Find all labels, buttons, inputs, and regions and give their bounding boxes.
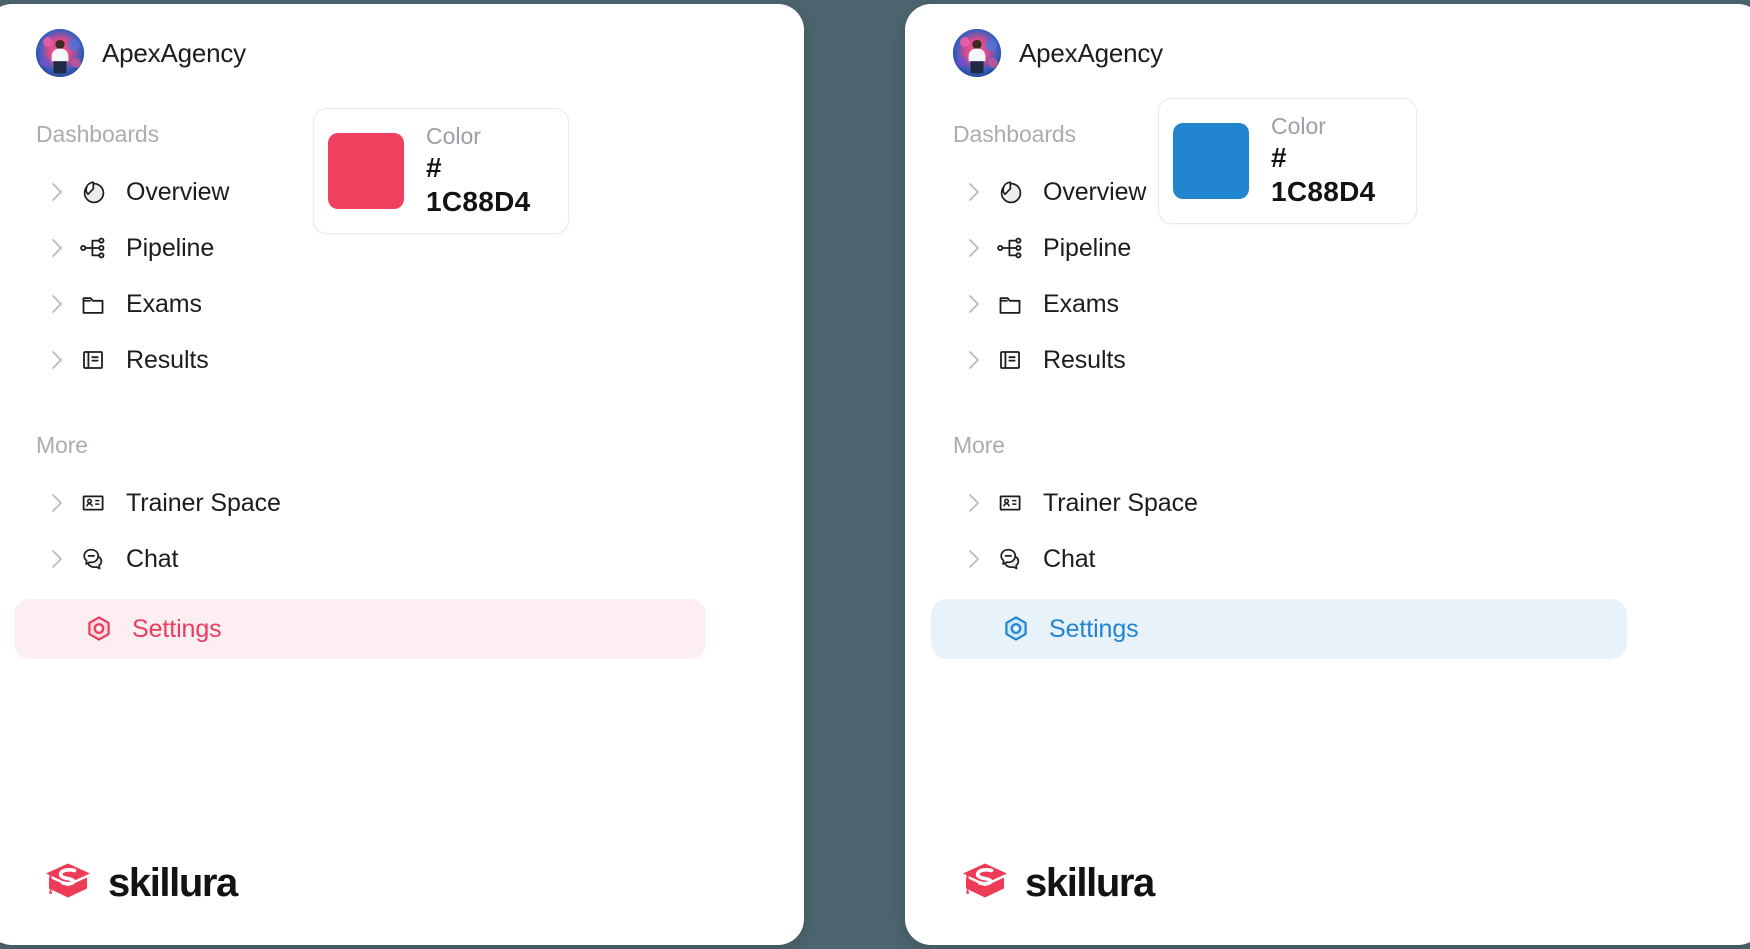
sidebar-item-pipeline[interactable]: Pipeline bbox=[953, 220, 1742, 276]
sidebar-panel-right: ApexAgency Dashboards Overview Pipeline … bbox=[905, 4, 1750, 945]
chevron-right-icon bbox=[959, 238, 989, 258]
color-card-label: Color bbox=[1271, 113, 1326, 139]
chevron-right-icon bbox=[959, 350, 989, 370]
skillura-wordmark: skillura bbox=[108, 860, 238, 905]
folder-icon bbox=[989, 289, 1031, 319]
sidebar-item-label: Pipeline bbox=[1043, 233, 1132, 262]
book-list-icon bbox=[989, 345, 1031, 375]
hexagon-dot-icon bbox=[78, 613, 120, 645]
chevron-right-icon bbox=[42, 238, 72, 258]
sidebar-item-label: Overview bbox=[1043, 177, 1147, 206]
app-root: ApexAgency Dashboards Overview Pipeline … bbox=[0, 0, 1750, 949]
sidebar-item-label: Overview bbox=[126, 177, 230, 206]
id-card-icon bbox=[989, 488, 1031, 518]
sidebar-item-label: Results bbox=[126, 345, 209, 374]
color-swatch[interactable] bbox=[328, 132, 404, 209]
chevron-right-icon bbox=[42, 182, 72, 202]
avatar bbox=[953, 29, 1001, 77]
sidebar-item-trainer-space[interactable]: Trainer Space bbox=[953, 475, 1742, 531]
sidebar-item-label: Pipeline bbox=[126, 233, 215, 262]
network-nodes-icon bbox=[72, 233, 114, 263]
sidebar-item-label: Exams bbox=[1043, 289, 1119, 318]
chevron-right-icon bbox=[42, 294, 72, 314]
sidebar-item-label: Exams bbox=[126, 289, 202, 318]
chevron-right-icon bbox=[42, 350, 72, 370]
sidebar-item-label: Chat bbox=[126, 544, 179, 573]
sidebar-item-label: Settings bbox=[132, 614, 222, 643]
network-nodes-icon bbox=[989, 233, 1031, 263]
book-list-icon bbox=[72, 345, 114, 375]
sidebar-item-label: Settings bbox=[1049, 614, 1139, 643]
brand-header[interactable]: ApexAgency bbox=[36, 22, 782, 84]
chevron-right-icon bbox=[42, 549, 72, 569]
sidebar-item-trainer-space[interactable]: Trainer Space bbox=[36, 475, 782, 531]
sidebar-item-results[interactable]: Results bbox=[953, 332, 1742, 388]
chevron-right-icon bbox=[959, 493, 989, 513]
nav-list-more: Trainer Space Chat Settings bbox=[931, 475, 1742, 659]
color-card-label: Color bbox=[426, 123, 481, 149]
sidebar-item-label: Chat bbox=[1043, 544, 1096, 573]
chevron-right-icon bbox=[959, 549, 989, 569]
pie-chart-icon bbox=[989, 177, 1031, 207]
hexagon-dot-icon bbox=[995, 613, 1037, 645]
sidebar-item-label: Trainer Space bbox=[1043, 488, 1198, 517]
color-card[interactable]: Color # 1C88D4 bbox=[313, 108, 569, 234]
sidebar-item-exams[interactable]: Exams bbox=[36, 276, 782, 332]
sidebar-item-settings[interactable]: Settings bbox=[14, 599, 706, 659]
sidebar-item-label: Results bbox=[1043, 345, 1126, 374]
skillura-wordmark: skillura bbox=[1025, 860, 1155, 905]
brand-name: ApexAgency bbox=[1019, 37, 1163, 68]
chevron-right-icon bbox=[42, 493, 72, 513]
section-label-more: More bbox=[953, 432, 1006, 458]
skillura-logo: skillura bbox=[957, 855, 1155, 911]
sidebar-item-exams[interactable]: Exams bbox=[953, 276, 1742, 332]
section-label-more: More bbox=[36, 432, 89, 458]
folder-icon bbox=[72, 289, 114, 319]
brand-name: ApexAgency bbox=[102, 37, 246, 68]
nav-list-more: Trainer Space Chat Settings bbox=[14, 475, 782, 659]
skillura-logo: skillura bbox=[40, 855, 238, 911]
sidebar-item-results[interactable]: Results bbox=[36, 332, 782, 388]
chat-bubble-minus-icon bbox=[989, 544, 1031, 574]
id-card-icon bbox=[72, 488, 114, 518]
sidebar-panel-left: ApexAgency Dashboards Overview Pipeline … bbox=[0, 4, 804, 945]
chevron-right-icon bbox=[959, 294, 989, 314]
sidebar-item-chat[interactable]: Chat bbox=[36, 531, 782, 587]
color-card-value: # 1C88D4 bbox=[1271, 142, 1376, 208]
sidebar-item-settings[interactable]: Settings bbox=[931, 599, 1627, 659]
color-card[interactable]: Color # 1C88D4 bbox=[1158, 98, 1417, 224]
chevron-right-icon bbox=[959, 182, 989, 202]
pie-chart-icon bbox=[72, 177, 114, 207]
graduation-cap-s-icon bbox=[40, 855, 96, 911]
graduation-cap-s-icon bbox=[957, 855, 1013, 911]
sidebar-item-chat[interactable]: Chat bbox=[953, 531, 1742, 587]
sidebar-item-label: Trainer Space bbox=[126, 488, 281, 517]
avatar bbox=[36, 29, 84, 77]
color-swatch[interactable] bbox=[1173, 122, 1249, 199]
color-card-value: # 1C88D4 bbox=[426, 152, 531, 218]
chat-bubble-minus-icon bbox=[72, 544, 114, 574]
brand-header[interactable]: ApexAgency bbox=[953, 22, 1742, 84]
